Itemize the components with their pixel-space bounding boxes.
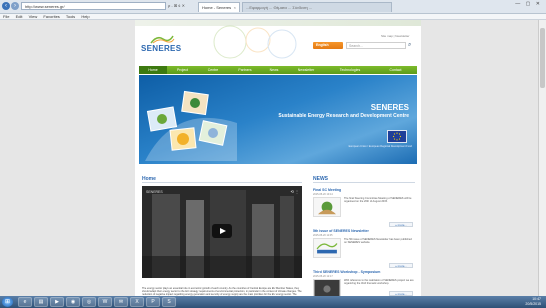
firefox-icon[interactable]: ◉ — [66, 297, 80, 307]
divider — [313, 182, 415, 183]
menu-help[interactable]: Help — [81, 14, 89, 19]
news-item-title[interactable]: Final SC Meeting — [313, 188, 415, 192]
news-item-date: 2015-05-20 10:14 — [313, 193, 333, 196]
nav-contact[interactable]: Contact — [374, 66, 417, 74]
search-input[interactable]: Search... — [346, 42, 406, 49]
top-links[interactable]: Site map | Newsletter — [381, 34, 409, 38]
forward-icon[interactable]: › — [11, 2, 19, 10]
hero-banner: SENERES Sustainable Energy Research and … — [139, 75, 417, 164]
video-logo: SENERES — [146, 190, 163, 194]
banner-subtitle: Sustainable Energy Research and Developm… — [278, 113, 409, 119]
divider — [142, 182, 302, 183]
nav-newsletter[interactable]: Newsletter — [286, 66, 326, 74]
menu-favorites[interactable]: Favorites — [43, 14, 59, 19]
intro-text: The energy sector plays an essential rol… — [142, 287, 302, 296]
main-content: Home NEWS SENERES ⟲ ⋮ The energy sector … — [135, 166, 421, 296]
menu-file[interactable]: File — [3, 14, 9, 19]
news-item-text: The final Steering Committee Meeting of … — [344, 197, 412, 204]
nav-centre[interactable]: Centre — [198, 66, 228, 74]
news-item-date: 2015-05-20 12:17 — [313, 275, 333, 278]
news-item-text: With reference to the realization of SEN… — [344, 279, 414, 286]
search-icon[interactable]: ⌕ — [408, 41, 416, 49]
powerpoint-icon[interactable]: P — [146, 297, 160, 307]
news-item: Third SENERES Workshop - Symposium 2015-… — [313, 270, 415, 296]
news-item-text: The 5th issue of SENERES Newsletter has … — [344, 238, 412, 245]
excel-icon[interactable]: X — [130, 297, 144, 307]
news-thumbnail[interactable] — [313, 279, 341, 296]
scrollbar-thumb[interactable] — [540, 28, 545, 88]
tab-label: Home - Seneres — [202, 5, 232, 10]
menu-edit[interactable]: Edit — [16, 14, 23, 19]
more-button[interactable]: » more... — [389, 222, 413, 227]
address-bar[interactable]: http://www.seneres.gr/ — [21, 2, 166, 10]
eu-flag-icon — [387, 130, 407, 143]
browser-toolbar: ‹ › http://www.seneres.gr/ ρ - ⊠ ¢ ✕ Hom… — [0, 0, 546, 14]
window-controls[interactable]: — ▢ ✕ — [515, 1, 542, 7]
news-item-title[interactable]: 5th issue of SENERES Newsletter — [313, 229, 415, 233]
logo-swirl-icon — [150, 35, 175, 44]
page-viewport: SENERES Site map | Newsletter English Se… — [0, 20, 538, 296]
nav-news[interactable]: News — [262, 66, 286, 74]
nav-partners[interactable]: Partners — [228, 66, 262, 74]
scrollbar[interactable] — [538, 20, 546, 296]
address-controls[interactable]: ρ - ⊠ ¢ ✕ — [168, 2, 185, 10]
folder-icon[interactable]: ▤ — [34, 297, 48, 307]
banner-collage — [145, 90, 237, 161]
taskbar: ⊞ e ▤ ▶ ◉ ◎ W ✉ X P S 10:47 20/5/2015 — [0, 296, 546, 308]
ie-icon[interactable]: e — [18, 297, 32, 307]
news-thumbnail[interactable] — [313, 197, 341, 217]
system-clock[interactable]: 10:47 20/5/2015 — [525, 297, 541, 306]
news-item-title[interactable]: Third SENERES Workshop - Symposium — [313, 270, 415, 274]
logo[interactable]: SENERES — [141, 34, 186, 56]
language-button[interactable]: English — [313, 42, 343, 49]
site-container: SENERES Site map | Newsletter English Se… — [135, 20, 421, 296]
nav-technologies[interactable]: Technologies — [326, 66, 374, 74]
start-icon[interactable]: ⊞ — [2, 297, 13, 307]
header-decoration — [213, 25, 297, 59]
video-controls[interactable]: ⟲ ⋮ — [291, 189, 299, 194]
play-icon[interactable] — [212, 224, 232, 238]
media-icon[interactable]: ▶ — [50, 297, 64, 307]
word-icon[interactable]: W — [98, 297, 112, 307]
nav-home[interactable]: Home — [139, 66, 167, 74]
clock-date: 20/5/2015 — [525, 301, 541, 306]
chrome-icon[interactable]: ◎ — [82, 297, 96, 307]
tab-home-seneres[interactable]: Home - Seneres × — [198, 2, 240, 12]
video-player[interactable]: SENERES ⟲ ⋮ — [142, 186, 302, 278]
nav-project[interactable]: Project — [167, 66, 198, 74]
news-item: 5th issue of SENERES Newsletter 2015-05-… — [313, 229, 415, 268]
news-item-date: 2015-05-20 11:05 — [313, 234, 333, 237]
logo-text: SENERES — [141, 44, 182, 53]
close-icon[interactable]: × — [234, 5, 236, 10]
outlook-icon[interactable]: ✉ — [114, 297, 128, 307]
menu-tools[interactable]: Tools — [66, 14, 75, 19]
back-icon[interactable]: ‹ — [2, 2, 10, 10]
news-item: Final SC Meeting 2015-05-20 10:14 The fi… — [313, 188, 415, 227]
main-nav: Home Project Centre Partners News Newsle… — [139, 66, 417, 74]
tab-other[interactable]: ...Εφαρμογή ... Θέματα ... Σύνδεση ... — [242, 2, 392, 12]
eu-caption: European Union / European Regional Devel… — [348, 145, 412, 148]
banner-title: SENERES — [370, 103, 409, 112]
news-thumbnail[interactable] — [313, 238, 341, 258]
skype-icon[interactable]: S — [162, 297, 176, 307]
menu-view[interactable]: View — [29, 14, 38, 19]
more-button[interactable]: » more... — [389, 263, 413, 268]
